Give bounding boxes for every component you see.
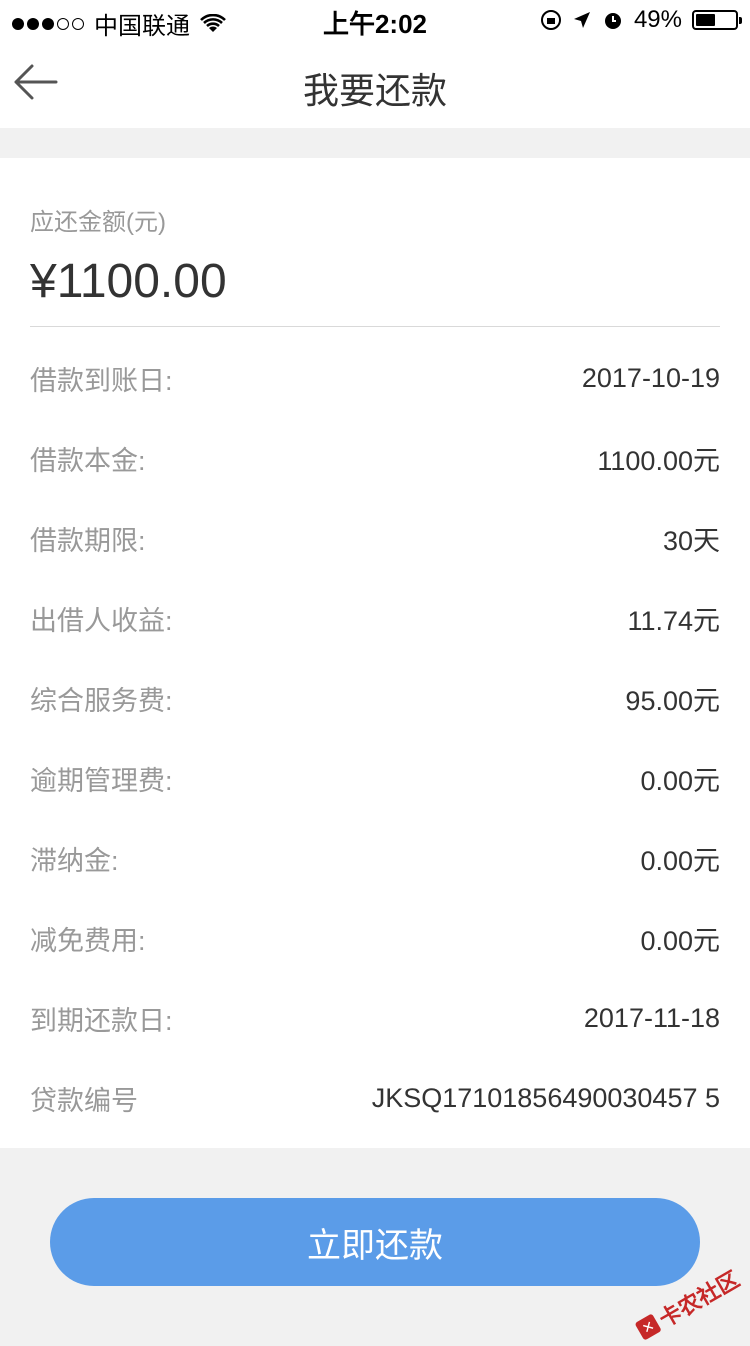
detail-row-term: 借款期限: 30天: [30, 498, 720, 578]
detail-row-loan-number: 贷款编号 JKSQ17101856490030457 5: [30, 1058, 720, 1138]
amount-label: 应还金额(元): [30, 209, 166, 236]
detail-value: 95.00元: [625, 685, 720, 716]
detail-row-late-fee: 滞纳金: 0.00元: [30, 818, 720, 898]
detail-value: 0.00元: [640, 925, 720, 956]
detail-row-disbursement-date: 借款到账日: 2017-10-19: [30, 338, 720, 418]
detail-row-lender-earnings: 出借人收益: 11.74元: [30, 578, 720, 658]
detail-label: 综合服务费:: [30, 685, 173, 716]
detail-label: 出借人收益:: [30, 605, 173, 636]
detail-value: 30天: [662, 525, 720, 556]
status-right: 49%: [540, 6, 742, 34]
detail-row-service-fee: 综合服务费: 95.00元: [30, 658, 720, 738]
divider: [30, 326, 720, 327]
watermark-mark-icon: ✕: [634, 1313, 662, 1341]
detail-label: 滞纳金:: [30, 845, 119, 876]
detail-row-waived-fee: 减免费用: 0.00元: [30, 898, 720, 978]
detail-value: 1100.00元: [597, 445, 720, 476]
detail-value: JKSQ17101856490030457 5: [371, 1082, 720, 1113]
battery-icon: [692, 10, 742, 30]
orientation-lock-icon: [540, 10, 561, 30]
detail-label: 借款到账日:: [30, 365, 173, 396]
detail-label: 借款期限:: [30, 525, 146, 556]
detail-value: 0.00元: [640, 845, 720, 876]
repayment-card: 应还金额(元) ¥1100.00 借款到账日: 2017-10-19 借款本金:…: [0, 158, 750, 1148]
page-title: 我要还款: [302, 70, 447, 111]
detail-label: 到期还款日:: [30, 1005, 173, 1036]
alarm-icon: [604, 13, 621, 29]
detail-list: 借款到账日: 2017-10-19 借款本金: 1100.00元 借款期限: 3…: [30, 338, 720, 1138]
detail-label: 贷款编号: [30, 1085, 138, 1116]
repay-now-button[interactable]: 立即还款: [50, 1198, 700, 1286]
detail-value: 11.74元: [627, 605, 720, 636]
status-bar: 中国联通 上午2:02 49%: [0, 0, 750, 40]
detail-row-principal: 借款本金: 1100.00元: [30, 418, 720, 498]
detail-value: 2017-11-18: [583, 1002, 720, 1033]
detail-value: 2017-10-19: [581, 362, 720, 393]
detail-row-due-date: 到期还款日: 2017-11-18: [30, 978, 720, 1058]
detail-value: 0.00元: [640, 765, 720, 796]
battery-percent: 49%: [633, 6, 682, 33]
nav-bar: 我要还款: [0, 40, 750, 128]
detail-row-overdue-fee: 逾期管理费: 0.00元: [30, 738, 720, 818]
detail-label: 减免费用:: [30, 925, 146, 956]
location-arrow-icon: [573, 12, 590, 28]
detail-label: 逾期管理费:: [30, 765, 173, 796]
amount-value: ¥1100.00: [30, 255, 227, 308]
detail-label: 借款本金:: [30, 445, 146, 476]
